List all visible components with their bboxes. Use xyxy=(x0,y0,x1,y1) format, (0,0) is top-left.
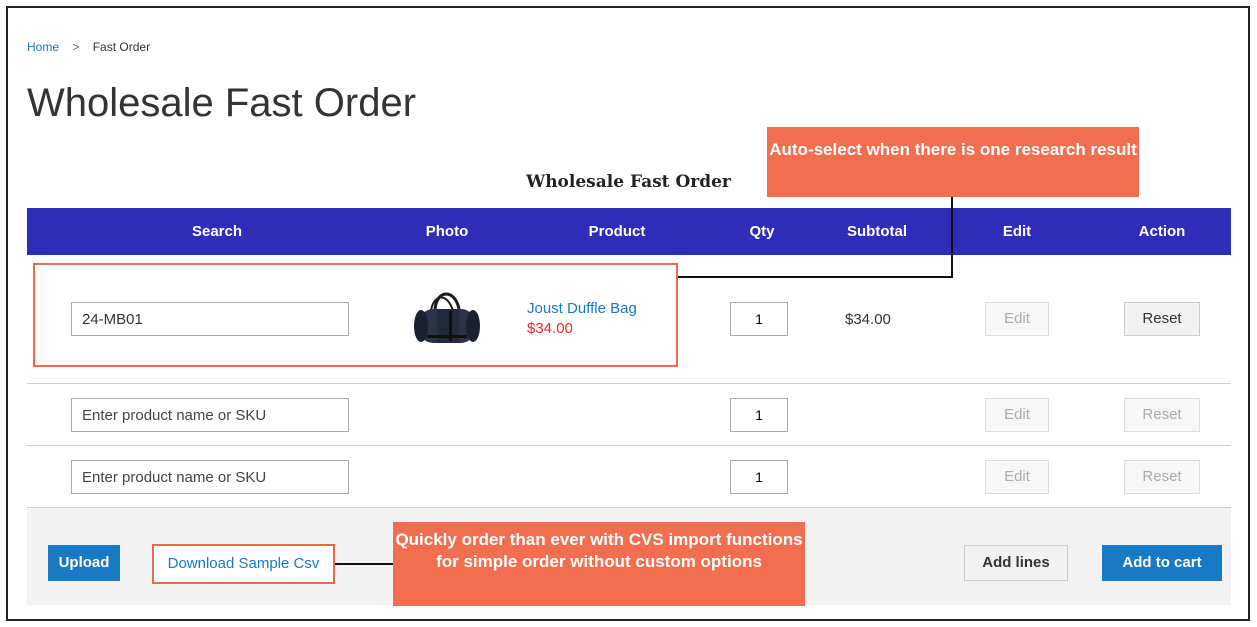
column-header-search: Search xyxy=(191,223,243,240)
upload-button[interactable]: Upload xyxy=(48,545,120,581)
callout-connector-line xyxy=(951,197,953,278)
qty-input[interactable] xyxy=(730,302,788,336)
qty-input[interactable] xyxy=(730,460,788,494)
column-header-subtotal: Subtotal xyxy=(847,223,907,240)
highlight-box-first-row xyxy=(33,263,678,367)
column-header-qty: Qty xyxy=(749,223,775,240)
edit-button[interactable]: Edit xyxy=(985,398,1049,432)
column-header-action: Action xyxy=(1138,223,1186,240)
search-input[interactable] xyxy=(71,398,349,432)
table-row: Edit Reset xyxy=(27,446,1231,508)
add-to-cart-button[interactable]: Add to cart xyxy=(1102,545,1222,581)
table-header: Search Photo Product Qty Subtotal Edit A… xyxy=(27,208,1231,255)
column-header-product: Product xyxy=(588,223,646,240)
breadcrumb-separator: > xyxy=(72,40,80,54)
column-header-edit: Edit xyxy=(1002,223,1032,240)
column-header-photo: Photo xyxy=(425,223,469,240)
callout-csv-import: Quickly order than ever with CVS import … xyxy=(393,522,805,606)
row-subtotal: $34.00 xyxy=(845,311,891,328)
qty-input[interactable] xyxy=(730,398,788,432)
callout-connector-line xyxy=(335,563,393,565)
breadcrumb-home-link[interactable]: Home xyxy=(27,40,59,54)
breadcrumb: Home > Fast Order xyxy=(27,40,150,54)
edit-button[interactable]: Edit xyxy=(985,460,1049,494)
edit-button[interactable]: Edit xyxy=(985,302,1049,336)
reset-button[interactable]: Reset xyxy=(1124,398,1200,432)
breadcrumb-current: Fast Order xyxy=(92,40,151,54)
table-row: Edit Reset xyxy=(27,384,1231,446)
page-title: Wholesale Fast Order xyxy=(27,81,417,125)
reset-button[interactable]: Reset xyxy=(1124,302,1200,336)
search-input[interactable] xyxy=(71,460,349,494)
callout-connector-line xyxy=(678,276,953,278)
reset-button[interactable]: Reset xyxy=(1124,460,1200,494)
add-lines-button[interactable]: Add lines xyxy=(964,545,1068,581)
download-sample-csv-link[interactable]: Download Sample Csv xyxy=(152,544,335,584)
callout-auto-select: Auto-select when there is one research r… xyxy=(767,127,1139,197)
